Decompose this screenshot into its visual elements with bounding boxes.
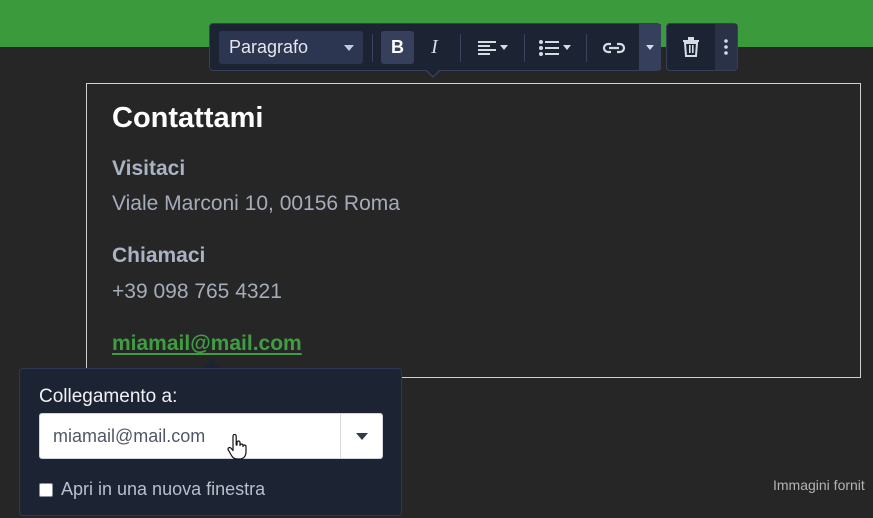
toolbar-pointer bbox=[425, 69, 441, 78]
bulleted-list-icon bbox=[539, 39, 559, 56]
chevron-down-icon bbox=[344, 45, 354, 51]
chevron-down-icon bbox=[500, 45, 508, 50]
delete-button[interactable] bbox=[673, 30, 709, 63]
address-text: Viale Marconi 10, 00156 Roma bbox=[112, 192, 400, 215]
url-combobox bbox=[39, 413, 383, 459]
italic-button[interactable]: I bbox=[418, 31, 451, 64]
align-left-icon bbox=[478, 40, 496, 55]
hand-cursor-icon bbox=[227, 434, 247, 460]
link-popover: Collegamento a: Apri in una nuova finest… bbox=[19, 368, 402, 516]
popover-pointer bbox=[203, 359, 221, 368]
list-button[interactable] bbox=[532, 31, 578, 64]
call-heading: Chiamaci bbox=[112, 244, 206, 267]
toolbar-divider bbox=[460, 34, 461, 62]
visit-heading: Visitaci bbox=[112, 157, 186, 180]
more-options-button[interactable] bbox=[715, 24, 737, 70]
toolbar-divider bbox=[524, 34, 525, 62]
contact-title: Contattami bbox=[112, 102, 264, 134]
image-credit-text: Immagini fornit bbox=[773, 477, 865, 493]
email-link[interactable]: miamail@mail.com bbox=[112, 332, 302, 356]
more-vertical-icon bbox=[724, 39, 728, 55]
link-dropdown-button[interactable] bbox=[639, 24, 661, 70]
toolbar-divider bbox=[586, 34, 587, 62]
new-window-label: Apri in una nuova finestra bbox=[61, 479, 266, 499]
paragraph-style-select[interactable]: Paragrafo bbox=[219, 31, 363, 64]
contact-text-block[interactable]: Contattami Visitaci Viale Marconi 10, 00… bbox=[86, 83, 861, 378]
url-dropdown-button[interactable] bbox=[340, 414, 382, 458]
phone-text: +39 098 765 4321 bbox=[112, 280, 282, 303]
bold-icon: B bbox=[391, 37, 404, 57]
trash-icon bbox=[683, 36, 699, 57]
chevron-down-icon bbox=[355, 432, 368, 440]
chevron-down-icon bbox=[646, 44, 654, 50]
chevron-down-icon bbox=[563, 45, 571, 50]
toolbar-divider bbox=[372, 34, 373, 62]
link-button[interactable] bbox=[595, 31, 633, 64]
align-button[interactable] bbox=[470, 31, 516, 64]
new-window-option[interactable]: Apri in una nuova finestra bbox=[39, 479, 265, 500]
url-input[interactable] bbox=[40, 414, 342, 458]
paragraph-style-value: Paragrafo bbox=[229, 37, 309, 57]
block-toolbar bbox=[666, 23, 738, 71]
format-toolbar: Paragrafo B I bbox=[209, 23, 661, 71]
link-icon bbox=[602, 42, 626, 53]
link-target-label: Collegamento a: bbox=[39, 386, 178, 407]
italic-icon: I bbox=[431, 36, 438, 58]
new-window-checkbox[interactable] bbox=[39, 482, 53, 497]
bold-button[interactable]: B bbox=[381, 31, 414, 64]
